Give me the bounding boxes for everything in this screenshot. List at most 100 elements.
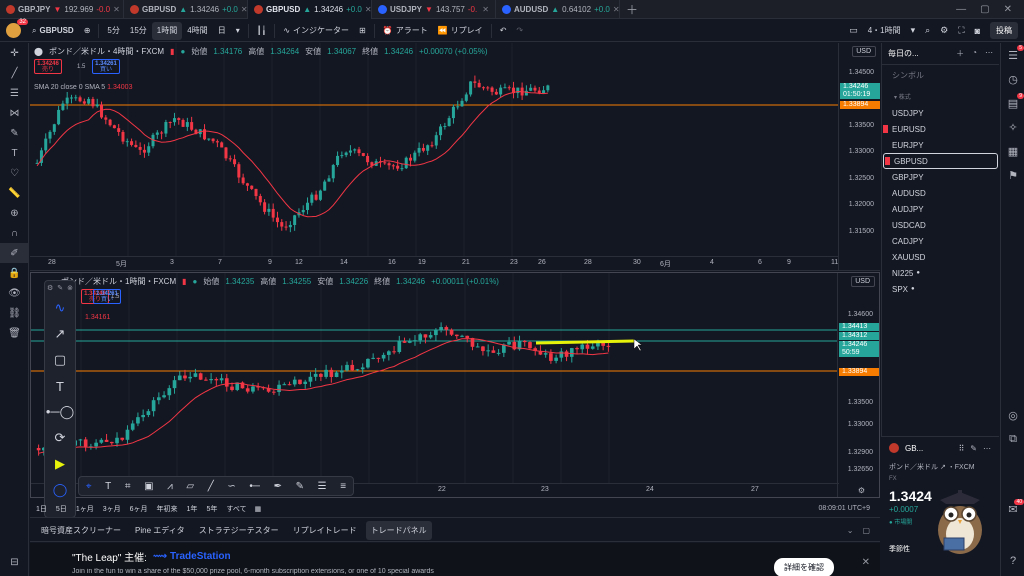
parallel-channel-icon[interactable]: ≡ bbox=[340, 481, 346, 492]
browser-tab[interactable]: GBPUSD ▲ 1.34246 +0.0 ✕ bbox=[248, 0, 372, 19]
fib-icon[interactable]: ☰ bbox=[318, 481, 327, 492]
interval-button[interactable]: 日 bbox=[213, 22, 231, 40]
post-button[interactable]: 投稿 bbox=[990, 22, 1018, 39]
rectangle-icon[interactable]: ▢ bbox=[45, 347, 75, 373]
pen-icon[interactable]: ✒ bbox=[274, 481, 282, 492]
freehand-brush-icon[interactable]: ∿ bbox=[45, 295, 75, 321]
chat-icon[interactable]: ▤ 9 bbox=[1001, 91, 1024, 115]
ideas-icon[interactable]: ✧ bbox=[1001, 115, 1024, 139]
watchlist-item[interactable]: GBPUSD bbox=[883, 153, 998, 169]
bottom-tab[interactable]: トレードパネル bbox=[365, 521, 432, 540]
bottom-tab[interactable]: Pine エディタ bbox=[130, 521, 190, 540]
buy-button[interactable]: 1.34261 買い bbox=[93, 289, 121, 304]
learn-more-button[interactable]: 詳細を確認 bbox=[774, 558, 834, 576]
text-icon[interactable]: T bbox=[45, 373, 75, 399]
crosshair-icon[interactable]: ⌖ bbox=[86, 481, 92, 492]
messages-icon[interactable]: ✉ 40 bbox=[1001, 497, 1024, 521]
settings-icon[interactable]: ⚙ bbox=[47, 284, 53, 292]
rectangle-icon[interactable]: ▣ bbox=[144, 481, 153, 492]
link-icon[interactable]: ⛓ bbox=[0, 303, 29, 323]
interval-button[interactable]: 4時間 bbox=[182, 22, 212, 40]
pattern-icon[interactable]: ⋈ bbox=[0, 103, 29, 123]
calendar-icon[interactable]: ▦ bbox=[255, 505, 262, 513]
currency-selector[interactable]: USD bbox=[851, 276, 875, 287]
chart-pane-4h[interactable]: ⬤ ポンド／米ドル・4時間・FXCM ▮ ● 始値 1.34176 高値 1.342… bbox=[30, 43, 880, 271]
watchlist-item[interactable]: USDJPY bbox=[882, 105, 999, 121]
symbol-search[interactable]: ⌕ GBPUSD bbox=[27, 22, 79, 40]
watchlist-title[interactable]: 毎日の... bbox=[888, 48, 919, 59]
horizontal-line-icon[interactable]: •─ bbox=[249, 481, 260, 492]
browser-tab[interactable]: USDJPY ▼ 143.757 -0. ✕ bbox=[372, 0, 496, 19]
sma-indicator-value[interactable]: 1.34161 bbox=[85, 314, 110, 321]
bottom-tab[interactable]: リプレイトレード bbox=[288, 521, 362, 540]
notifications-icon[interactable]: ⚑ bbox=[1001, 163, 1024, 187]
camera-icon[interactable]: ◙ bbox=[975, 26, 980, 36]
watchlist-item[interactable]: SPX ● bbox=[882, 281, 999, 297]
promo-banner[interactable]: "The Leap" 主催: ⟿ TradeStation Join in the… bbox=[30, 543, 880, 576]
candlestick-chart-4h[interactable] bbox=[30, 43, 838, 257]
close-tab-icon[interactable]: ✕ bbox=[113, 5, 120, 14]
maximize-panel-icon[interactable]: ▢ bbox=[862, 526, 870, 535]
range-button[interactable]: 1日 bbox=[36, 504, 47, 514]
frame-icon[interactable]: ⌗ bbox=[125, 481, 131, 492]
rotate-icon[interactable]: ⟳ bbox=[45, 425, 75, 451]
watchlist-item[interactable]: EURJPY bbox=[882, 137, 999, 153]
redo-icon[interactable]: ↷ bbox=[511, 22, 528, 40]
sma-indicator-label[interactable]: SMA 20 close 0 SMA 5 1.34003 bbox=[34, 84, 132, 91]
layout-name[interactable]: 4・1時間 bbox=[868, 25, 901, 36]
interval-button[interactable]: 15分 bbox=[125, 22, 152, 40]
close-icon[interactable]: ✕ bbox=[862, 557, 870, 568]
range-button[interactable]: 5日 bbox=[56, 504, 67, 514]
edit-icon[interactable]: ✎ bbox=[970, 444, 977, 453]
callout-icon[interactable]: ▱ bbox=[186, 481, 194, 492]
compare-symbol-button[interactable]: ⊕ bbox=[79, 22, 96, 40]
price-axis[interactable]: USD 1.346001.340001.335001.330001.329001… bbox=[837, 273, 879, 497]
chart-pane-1h[interactable]: ポンド／米ドル・1時間・FXCM ▮ ● 始値 1.34235 高値 1.34255… bbox=[30, 272, 880, 498]
watchlist-item[interactable]: AUDUSD bbox=[882, 185, 999, 201]
settings-gear-icon[interactable]: ⚙ bbox=[940, 25, 948, 36]
watchlist-item[interactable]: CADJPY bbox=[882, 233, 999, 249]
close-icon[interactable]: ⊗ bbox=[67, 284, 73, 292]
replay-button[interactable]: ⏪ リプレイ bbox=[433, 22, 488, 40]
advanced-view-icon[interactable]: ◔ bbox=[972, 48, 977, 59]
currency-selector[interactable]: USD bbox=[852, 46, 876, 57]
indicators-button[interactable]: ∿ インジケーター bbox=[278, 22, 354, 40]
bottom-tab[interactable]: 暗号資産スクリーナー bbox=[36, 521, 126, 540]
more-icon[interactable]: ⋯ bbox=[985, 48, 993, 59]
alerts-clock-icon[interactable]: ◷ bbox=[1001, 67, 1024, 91]
play-icon[interactable]: ▶ bbox=[45, 451, 75, 477]
layers-icon[interactable]: ⧉ bbox=[1001, 427, 1024, 451]
interval-button[interactable]: 1時間 bbox=[151, 21, 183, 40]
zigzag-icon[interactable]: ⩘ bbox=[167, 481, 173, 492]
calendar-icon[interactable]: ▦ bbox=[1001, 139, 1024, 163]
watchlist-item[interactable]: GBPJPY bbox=[882, 169, 999, 185]
bottom-tab[interactable]: ストラテジーテスター bbox=[194, 521, 284, 540]
settings-gear-icon[interactable]: ⚙ bbox=[858, 486, 865, 495]
time-axis[interactable]: 28 5月 3 7 9 12 14 16 19 21 23 26 28 30 6月 4 6 9 11 bbox=[30, 256, 838, 270]
ruler-icon[interactable]: 📏 bbox=[0, 183, 29, 203]
interval-button[interactable]: 5分 bbox=[102, 22, 124, 40]
trend-line-icon[interactable]: ╱ bbox=[0, 63, 29, 83]
watchlist-item[interactable]: AUDJPY bbox=[882, 201, 999, 217]
avatar[interactable]: 32 bbox=[6, 19, 28, 38]
price-axis[interactable]: USD 1.345001.340001.335001.330001.325001… bbox=[838, 43, 880, 270]
zoom-icon[interactable]: ⊕ bbox=[0, 203, 29, 223]
new-tab-button[interactable]: ＋ bbox=[620, 1, 644, 18]
brush-icon[interactable]: ✎ bbox=[296, 481, 304, 492]
chevron-down-icon[interactable]: ⌄ bbox=[847, 526, 854, 535]
add-symbol-icon[interactable]: ＋ bbox=[956, 48, 964, 59]
magnet-icon[interactable]: ∩ bbox=[0, 223, 29, 243]
close-tab-icon[interactable]: ✕ bbox=[613, 5, 619, 14]
fib-retracement-icon[interactable]: ☰ bbox=[0, 83, 29, 103]
undo-icon[interactable]: ↶ bbox=[495, 22, 512, 40]
watchlist-icon[interactable]: ☰ 5 bbox=[1001, 43, 1024, 67]
brush-icon[interactable]: ✎ bbox=[0, 123, 29, 143]
grid-icon[interactable]: ⠿ bbox=[958, 444, 964, 453]
range-button[interactable]: 1ヶ月 bbox=[76, 504, 94, 514]
candlestick-chart-1h[interactable] bbox=[31, 273, 837, 483]
range-button[interactable]: 3ヶ月 bbox=[103, 504, 121, 514]
range-button[interactable]: すべて bbox=[226, 504, 246, 514]
candle-type-button[interactable]: ┃╽ bbox=[252, 22, 272, 40]
watchlist-section[interactable]: ▾ 株式 bbox=[882, 86, 999, 105]
text-icon[interactable]: T bbox=[0, 143, 29, 163]
